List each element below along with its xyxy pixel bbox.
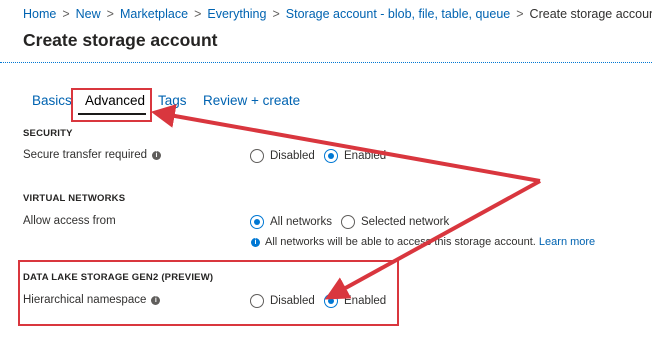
annotation-arrows bbox=[150, 104, 541, 300]
arrow-to-advanced-tab bbox=[150, 104, 541, 183]
arrow-to-enabled-option bbox=[324, 179, 541, 300]
